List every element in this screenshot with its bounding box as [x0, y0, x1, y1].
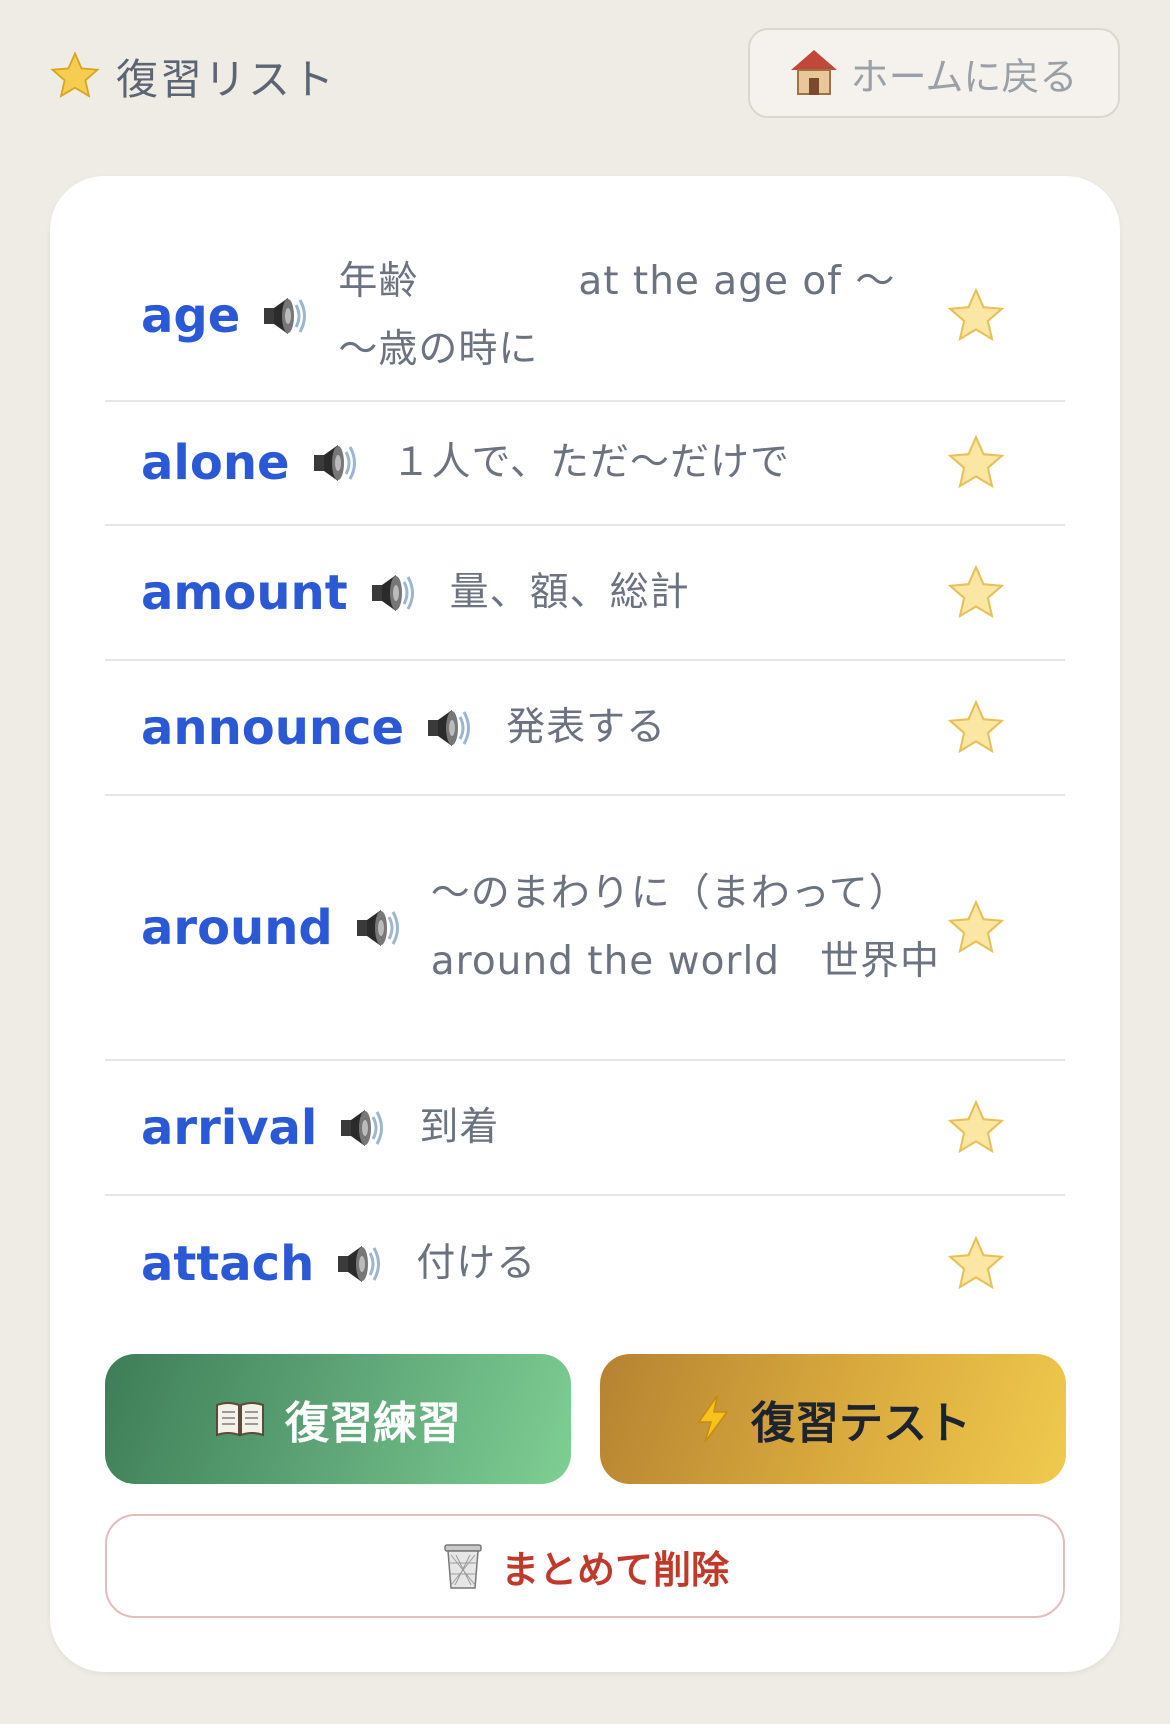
word-text: amount — [141, 564, 348, 621]
list-item: alone １人で、ただ〜だけで — [105, 402, 1065, 526]
bulk-delete-button[interactable]: まとめて削除 — [105, 1514, 1065, 1618]
word-text: announce — [141, 699, 405, 756]
review-card: age 年齢 at the age of 〜 〜歳の時に alone １人で、た… — [50, 176, 1120, 1672]
word-text: alone — [141, 435, 290, 491]
page-title-text: 復習リスト — [116, 54, 337, 104]
header: 復習リスト ホームに戻る — [0, 0, 1170, 150]
speaker-icon[interactable] — [332, 1239, 382, 1289]
star-icon — [50, 51, 100, 98]
list-item: arrival 到着 — [105, 1061, 1065, 1196]
action-buttons: 復習練習 復習テスト — [105, 1354, 1066, 1484]
word-text: age — [141, 288, 241, 344]
speaker-icon[interactable] — [335, 1103, 385, 1153]
home-button-label: ホームに戻る — [850, 54, 1078, 99]
word-text: around — [141, 899, 333, 956]
word-text: attach — [141, 1235, 315, 1292]
speaker-icon[interactable] — [366, 568, 416, 618]
review-test-label: 復習テスト — [751, 1398, 971, 1449]
bulk-delete-label: まとめて削除 — [500, 1547, 729, 1592]
star-icon[interactable] — [945, 897, 1007, 959]
open-book-icon — [216, 1402, 264, 1437]
review-test-button[interactable]: 復習テスト — [600, 1354, 1066, 1484]
list-item: attach 付ける — [105, 1196, 1065, 1306]
star-icon[interactable] — [945, 285, 1007, 347]
home-button[interactable]: ホームに戻る — [748, 28, 1120, 118]
speaker-icon[interactable] — [422, 703, 472, 753]
star-icon[interactable] — [945, 562, 1007, 624]
review-practice-label: 復習練習 — [285, 1398, 461, 1449]
house-icon — [790, 50, 837, 96]
word-text: arrival — [141, 1099, 318, 1156]
review-word-list[interactable]: age 年齢 at the age of 〜 〜歳の時に alone １人で、た… — [105, 232, 1065, 1306]
lightning-icon — [697, 1395, 729, 1443]
list-item: amount 量、額、総計 — [105, 526, 1065, 661]
list-item: age 年齢 at the age of 〜 〜歳の時に — [105, 232, 1065, 402]
star-icon[interactable] — [945, 1097, 1007, 1159]
page-title: 復習リスト — [48, 44, 336, 108]
speaker-icon[interactable] — [351, 903, 401, 953]
star-icon[interactable] — [945, 432, 1007, 494]
star-icon[interactable] — [945, 697, 1007, 759]
star-icon[interactable] — [945, 1233, 1007, 1295]
review-practice-button[interactable]: 復習練習 — [105, 1354, 571, 1484]
list-item: announce 発表する — [105, 661, 1065, 796]
list-item: around 〜のまわりに（まわって） around the world 世界中 — [105, 796, 1065, 1061]
speaker-icon[interactable] — [308, 438, 358, 488]
trash-can-icon — [444, 1544, 482, 1589]
speaker-icon[interactable] — [258, 291, 308, 341]
